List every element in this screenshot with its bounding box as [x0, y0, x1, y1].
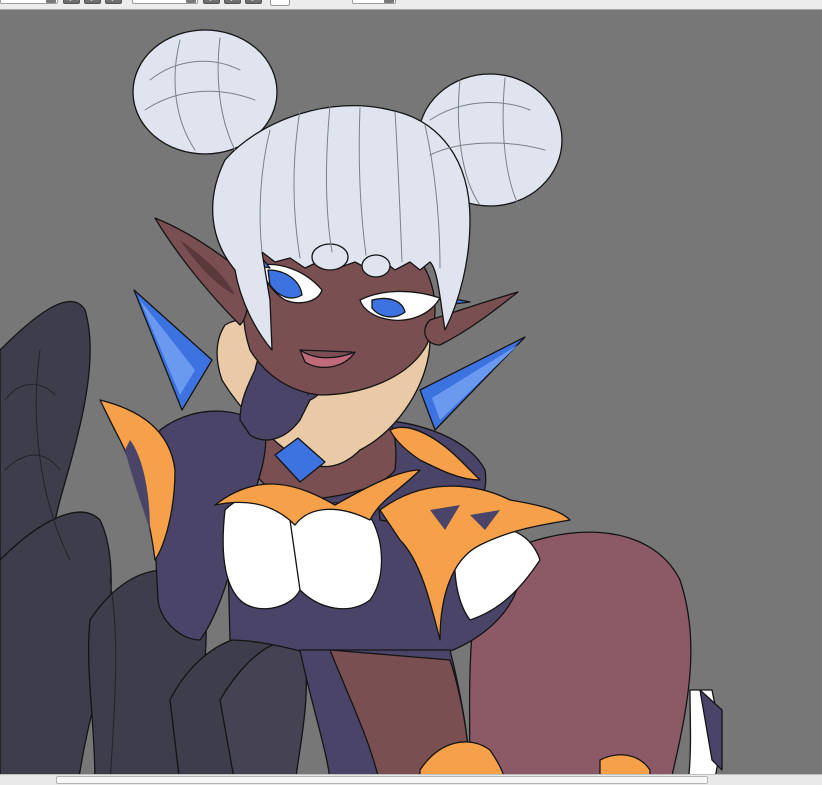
size-field[interactable] [270, 0, 290, 6]
confirm-icon [207, 0, 216, 1]
toolbar-button-3[interactable] [105, 0, 122, 4]
toolbar-button-6[interactable] [245, 0, 262, 4]
opacity-dropdown[interactable] [132, 0, 198, 4]
confirm-icon [67, 0, 76, 1]
chevron-down-icon [46, 0, 56, 3]
toolbar-button-2[interactable] [84, 0, 101, 4]
tool-options-bar [0, 0, 822, 10]
confirm-icon [249, 0, 258, 1]
tool-icon[interactable] [404, 0, 422, 4]
horizontal-scrollbar[interactable] [0, 774, 822, 785]
brush-size-dropdown[interactable] [0, 0, 58, 4]
zoom-dropdown[interactable] [352, 0, 396, 4]
confirm-icon [109, 0, 118, 1]
confirm-icon [88, 0, 97, 1]
toolbar-button-1[interactable] [63, 0, 80, 4]
artwork [0, 29, 723, 774]
chevron-down-icon [186, 0, 196, 3]
scrollbar-thumb[interactable] [56, 776, 708, 784]
chevron-down-icon [384, 0, 394, 3]
confirm-icon [228, 0, 237, 1]
toolbar-button-4[interactable] [203, 0, 220, 4]
drawing-canvas[interactable] [0, 10, 822, 774]
toolbar-button-5[interactable] [224, 0, 241, 4]
